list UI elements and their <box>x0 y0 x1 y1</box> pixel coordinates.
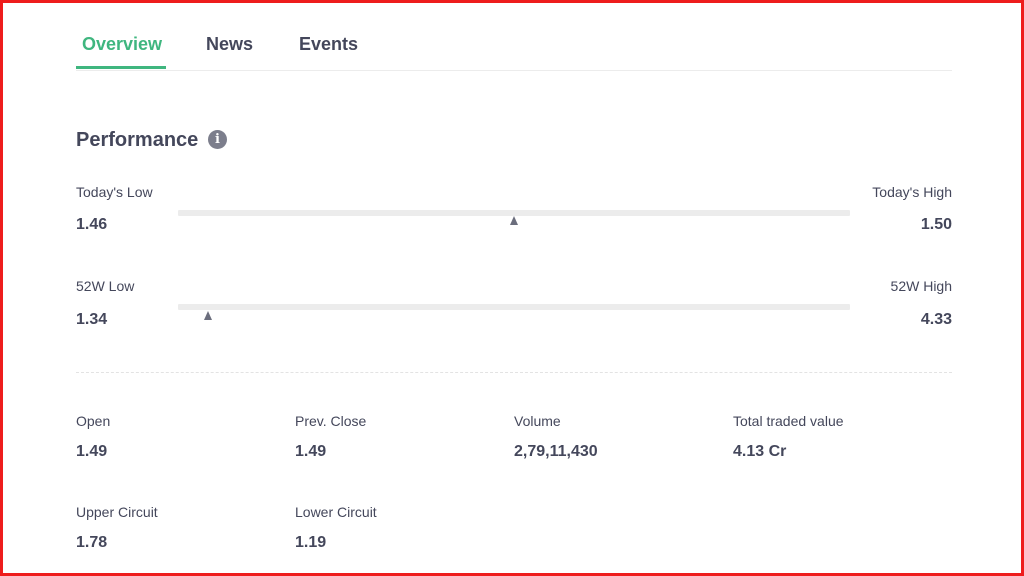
stat-label: Total traded value <box>733 413 844 429</box>
stat-label: Prev. Close <box>295 413 367 429</box>
stat-value: 1.78 <box>76 534 108 551</box>
stat-label: Volume <box>514 413 561 429</box>
todays-high-value: 1.50 <box>920 216 952 233</box>
stat-volume: Volume 2,79,11,430 <box>514 413 724 461</box>
stat-prev-close: Prev. Close 1.49 <box>295 413 505 461</box>
section-divider <box>76 372 952 373</box>
52w-low-value: 1.34 <box>76 311 108 328</box>
stock-overview-panel: Overview News Events Performance i Today… <box>76 0 952 576</box>
52w-range-bar <box>178 304 850 310</box>
todays-low-value: 1.46 <box>76 216 108 233</box>
stat-open: Open 1.49 <box>76 413 286 461</box>
52w-price-marker-icon <box>204 311 213 320</box>
tab-news[interactable]: News <box>206 34 253 54</box>
todays-price-marker-icon <box>510 216 518 225</box>
section-title: Performance <box>76 129 199 151</box>
52w-low-label: 52W Low <box>76 278 135 294</box>
tab-bar: Overview News Events <box>76 0 952 71</box>
stat-label: Open <box>76 413 111 429</box>
tab-overview[interactable]: Overview <box>82 34 162 54</box>
stat-value: 1.49 <box>295 443 327 460</box>
tab-events[interactable]: Events <box>299 34 358 54</box>
stat-label: Upper Circuit <box>76 504 158 520</box>
stat-upper-circuit: Upper Circuit 1.78 <box>76 504 286 552</box>
stat-value: 2,79,11,430 <box>514 443 598 460</box>
52w-high-value: 4.33 <box>920 311 952 328</box>
stat-label: Lower Circuit <box>295 504 377 520</box>
todays-low-label: Today's Low <box>76 184 153 200</box>
active-tab-indicator <box>76 66 166 69</box>
stat-lower-circuit: Lower Circuit 1.19 <box>295 504 505 552</box>
stat-value: 4.13 Cr <box>733 443 787 460</box>
52w-high-label: 52W High <box>890 278 952 294</box>
info-icon[interactable]: i <box>208 130 227 149</box>
stat-value: 1.49 <box>76 443 108 460</box>
stat-total-traded-value: Total traded value 4.13 Cr <box>733 413 943 461</box>
stat-value: 1.19 <box>295 534 327 551</box>
todays-high-label: Today's High <box>872 184 952 200</box>
